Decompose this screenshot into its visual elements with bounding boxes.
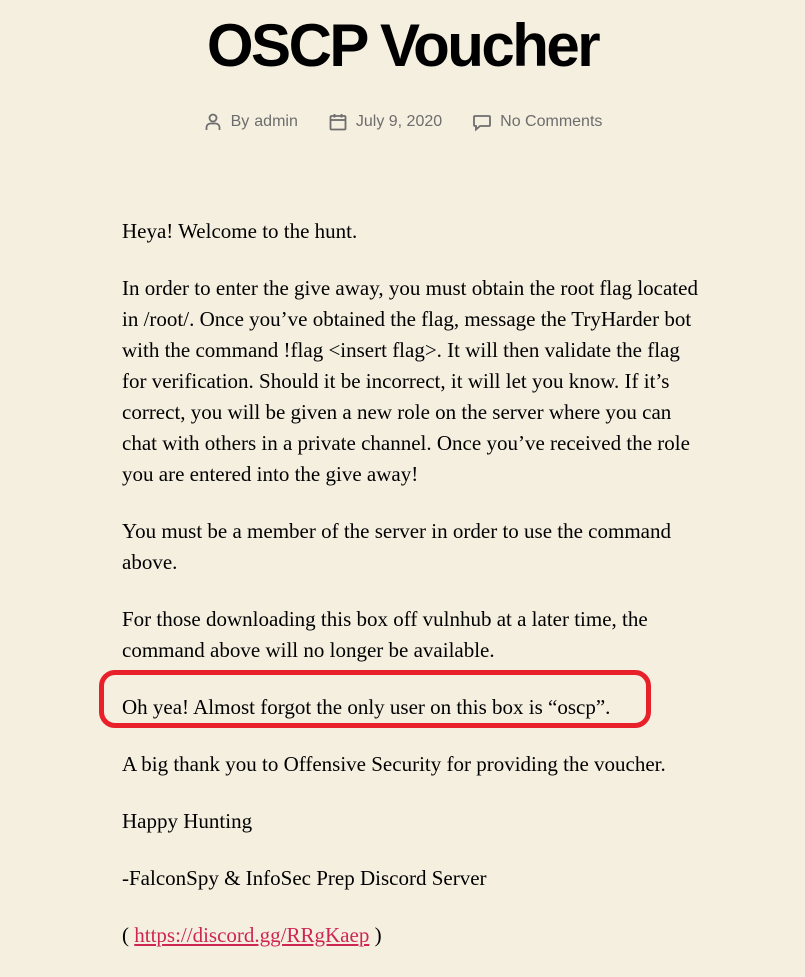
- paragraph-discord: ( https://discord.gg/RRgKaep ): [122, 920, 707, 951]
- author-prefix: By: [230, 113, 250, 130]
- paragraph-instructions: In order to enter the give away, you mus…: [122, 276, 698, 486]
- post-content: Heya! Welcome to the hunt. In order to e…: [99, 216, 707, 977]
- date-link[interactable]: July 9, 2020: [356, 113, 442, 131]
- paragraph-user-hint: Oh yea! Almost forgot the only user on t…: [99, 670, 707, 728]
- link-open-paren: (: [122, 923, 129, 947]
- post-author: By admin: [203, 112, 298, 132]
- paragraph-signature: -FalconSpy & InfoSec Prep Discord Server: [122, 866, 487, 890]
- paragraph-membership: You must be a member of the server in or…: [122, 519, 671, 574]
- author-link[interactable]: admin: [254, 113, 298, 131]
- paragraph-happy-hunting: Happy Hunting: [122, 809, 253, 833]
- discord-link[interactable]: https://discord.gg/RRgKaep: [134, 923, 369, 947]
- post-date: July 9, 2020: [328, 112, 442, 132]
- paragraph-thanks: A big thank you to Offensive Security fo…: [122, 752, 666, 776]
- person-icon: [203, 112, 223, 132]
- post-meta: By admin July 9, 2020 No Comments: [0, 112, 805, 132]
- comment-bubble-icon: [472, 112, 492, 132]
- comments-link[interactable]: No Comments: [500, 113, 602, 131]
- user-hint-text: Oh yea! Almost forgot the only user on t…: [122, 695, 611, 719]
- calendar-icon: [328, 112, 348, 132]
- paragraph-vulnhub: For those downloading this box off vulnh…: [122, 607, 648, 662]
- post-title: OSCP Voucher: [206, 12, 601, 79]
- post-comments: No Comments: [472, 112, 602, 132]
- paragraph-welcome: Heya! Welcome to the hunt.: [122, 219, 358, 243]
- link-close-paren: ): [374, 923, 382, 947]
